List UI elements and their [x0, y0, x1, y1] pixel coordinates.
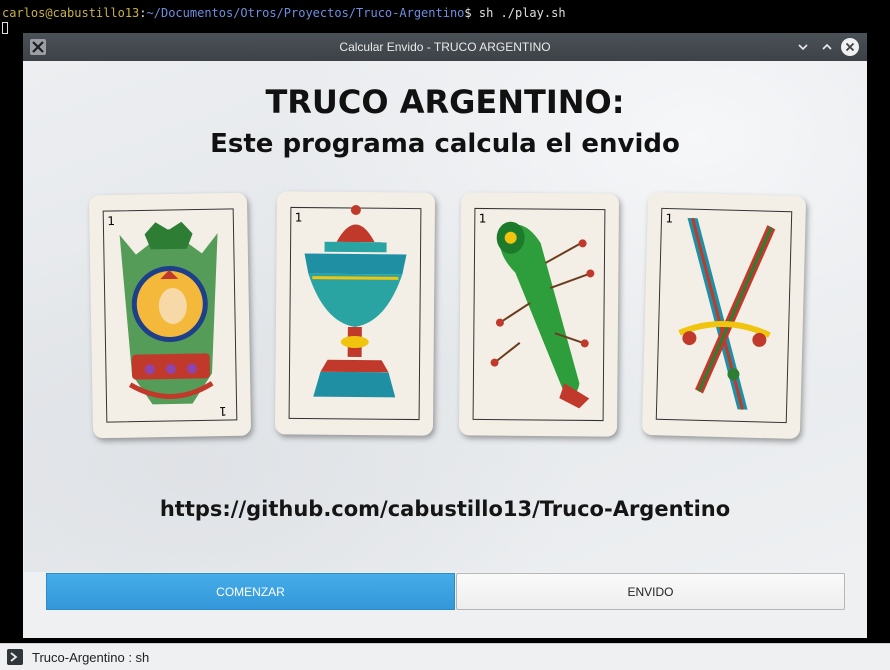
app-window: Calcular Envido - TRUCO ARGENTINO TRUCO …	[23, 33, 867, 638]
svg-text:1: 1	[107, 214, 115, 228]
copas-icon: 1	[288, 205, 422, 421]
terminal-command: $ sh ./play.sh	[464, 6, 566, 20]
card-copas: 1	[274, 191, 436, 436]
window-titlebar[interactable]: Calcular Envido - TRUCO ARGENTINO	[23, 33, 867, 61]
envido-button[interactable]: ENVIDO	[456, 573, 845, 610]
comenzar-button[interactable]: COMENZAR	[46, 573, 455, 610]
terminal-user-host: carlos@cabustillo13	[2, 6, 140, 20]
window-title: Calcular Envido - TRUCO ARGENTINO	[339, 40, 551, 54]
minimize-icon[interactable]	[794, 38, 812, 56]
oros-icon: 1 1	[102, 208, 238, 423]
terminal-prompt-line: carlos@cabustillo13:~/Documentos/Otros/P…	[2, 6, 566, 20]
svg-text:1: 1	[295, 210, 303, 224]
terminal-separator: :	[139, 6, 147, 20]
svg-text:1: 1	[219, 404, 227, 418]
close-icon[interactable]	[841, 38, 859, 56]
svg-text:1: 1	[479, 211, 487, 225]
card-oros: 1 1	[88, 192, 252, 439]
espadas-icon: 1	[655, 207, 793, 424]
banner-title: TRUCO ARGENTINO:	[265, 83, 625, 121]
terminal-path: ~/Documentos/Otros/Proyectos/Truco-Argen…	[146, 6, 465, 20]
banner-subtitle: Este programa calcula el envido	[210, 129, 680, 159]
bastos-icon: 1	[472, 207, 606, 422]
maximize-icon[interactable]	[818, 38, 836, 56]
card-espadas: 1	[641, 191, 807, 440]
github-url: https://github.com/cabustillo13/Truco-Ar…	[159, 497, 731, 521]
taskbar: Truco-Argentino : sh	[0, 643, 890, 670]
card-bastos: 1	[458, 192, 620, 437]
svg-text:1: 1	[665, 211, 673, 225]
terminal-cursor	[2, 22, 8, 34]
banner-image: TRUCO ARGENTINO: Este programa calcula e…	[24, 61, 866, 572]
terminal-icon	[7, 649, 23, 665]
taskbar-item-label[interactable]: Truco-Argentino : sh	[32, 650, 149, 665]
